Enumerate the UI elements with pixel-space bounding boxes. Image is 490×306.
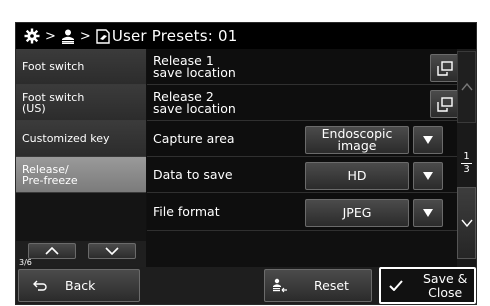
save-location-icon — [437, 96, 453, 112]
dropdown-icon — [423, 209, 433, 217]
scroll-page-current: 1 — [463, 151, 470, 162]
dropdown-icon — [423, 136, 433, 144]
scroll-page-total: 3 — [463, 164, 470, 175]
sidebar-item-foot-switch[interactable]: Foot switch — [16, 49, 146, 85]
back-button[interactable]: Back — [18, 269, 140, 302]
capture-area-select[interactable]: Endoscopic image — [305, 126, 409, 154]
dropdown-icon — [423, 172, 433, 180]
reset-label: Reset — [314, 278, 349, 293]
data-to-save-dropdown-button[interactable] — [413, 162, 443, 190]
back-icon — [33, 280, 47, 291]
chevron-up-icon — [45, 247, 59, 255]
page-scroller: 1 3 — [457, 49, 476, 267]
page-title: User Presets: 01 — [111, 27, 238, 45]
capture-area-dropdown-button[interactable] — [413, 126, 443, 154]
save-close-label: Save & Close — [423, 270, 468, 300]
header-bar: > > User Presets: 01 — [16, 23, 476, 49]
chevron-down-icon — [460, 219, 473, 227]
chevron-down-icon — [105, 247, 119, 255]
release-2-location-button[interactable] — [430, 90, 460, 118]
data-to-save-select[interactable]: HD — [305, 162, 409, 190]
row-label: Release 2 save location — [153, 88, 236, 116]
scroll-up-button[interactable] — [457, 51, 476, 123]
save-location-icon — [437, 60, 453, 76]
row-label: Capture area — [153, 130, 235, 146]
user-icon[interactable] — [61, 29, 75, 44]
row-label: Release 1 save location — [153, 52, 236, 80]
row-label: Data to save — [153, 166, 233, 182]
scroll-page-indicator: 1 3 — [457, 151, 476, 176]
sidebar-item-foot-switch-us[interactable]: Foot switch (US) — [16, 85, 146, 121]
sidebar-item-label: Foot switch (US) — [22, 90, 85, 115]
sidebar-page-down-button[interactable] — [88, 243, 136, 259]
sidebar-item-label: Foot switch — [22, 60, 85, 73]
chevron-up-icon — [460, 83, 473, 91]
sidebar-pager: 3/6 — [16, 241, 146, 267]
settings-row-release-2: Release 2 save location — [147, 85, 460, 121]
file-format-dropdown-button[interactable] — [413, 199, 443, 227]
sidebar-page-up-button[interactable] — [28, 243, 76, 259]
reset-button[interactable]: Reset — [264, 269, 372, 302]
sidebar-page-indicator: 3/6 — [19, 258, 32, 267]
check-icon — [389, 280, 403, 291]
file-format-select[interactable]: JPEG — [305, 199, 409, 227]
row-label: File format — [153, 204, 220, 219]
preset-icon — [96, 28, 110, 44]
release-1-location-button[interactable] — [430, 54, 460, 82]
settings-row-release-1: Release 1 save location — [147, 49, 460, 85]
sidebar: Foot switch Foot switch (US) Customized … — [16, 49, 146, 267]
sidebar-item-label: Release/ Pre-freeze — [22, 162, 78, 187]
save-close-button[interactable]: Save & Close — [379, 267, 476, 304]
settings-row-file-format: File format JPEG — [147, 193, 457, 231]
scroll-down-button[interactable] — [457, 187, 476, 259]
sidebar-item-customized-key[interactable]: Customized key — [16, 121, 146, 157]
reset-icon — [273, 278, 287, 292]
settings-row-capture-area: Capture area Endoscopic image — [147, 121, 457, 157]
gear-icon[interactable] — [24, 28, 40, 44]
back-label: Back — [65, 278, 96, 293]
breadcrumb-separator: > — [45, 28, 56, 44]
settings-row-data-to-save: Data to save HD — [147, 157, 457, 193]
sidebar-item-release-pre-freeze[interactable]: Release/ Pre-freeze — [16, 157, 146, 193]
sidebar-item-label: Customized key — [22, 132, 110, 145]
screen: > > User Presets: 01 Foot switch Foot sw… — [15, 22, 477, 305]
bottom-bar: Back Reset Save & Close — [16, 267, 476, 304]
breadcrumb-separator: > — [79, 28, 91, 44]
